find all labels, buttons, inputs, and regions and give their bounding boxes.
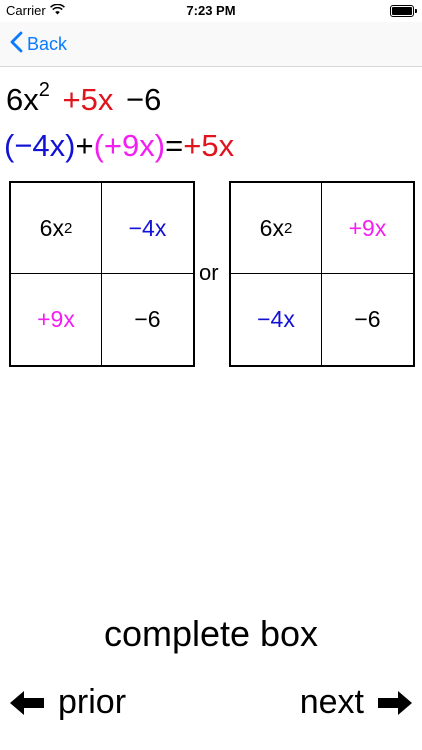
box-cell: +9x [322,183,413,274]
term-constant: −6 [125,82,162,117]
box-cell: 6x 2 [231,183,322,274]
factor-box-left: 6x 2 −4x +9x −6 [9,181,195,367]
prior-label: prior [58,683,127,721]
battery-icon [390,5,417,17]
box-cell: −6 [322,274,413,365]
sum-plus: + [75,128,94,163]
sum-equals: = [165,128,184,163]
cell-exponent: 2 [283,219,293,237]
term-5x: +5x [62,82,114,117]
arrow-left-icon [10,690,44,715]
box-cell: 6x 2 [11,183,102,274]
box-cell: −6 [102,274,193,365]
cell-text: 6x [259,214,284,241]
cell-text: −4x [128,214,167,241]
sum-result: +5x [183,128,235,163]
complete-box-button[interactable]: complete box [0,613,422,655]
cell-text: +9x [348,214,387,241]
status-bar: Carrier 7:23 PM [0,0,422,22]
back-button[interactable]: Back [10,31,67,58]
app-screen: Carrier 7:23 PM Back 6x2 +5x −6 (−4x)+(+… [0,0,422,750]
term-6x: 6x [6,82,39,117]
trinomial-expression: 6x2 +5x −6 [6,80,161,115]
box-cell: −4x [102,183,193,274]
box-cell: +9x [11,274,102,365]
next-label: next [299,683,364,721]
next-button[interactable]: next [300,683,412,722]
cell-text: −6 [354,306,381,332]
term-exponent: 2 [38,79,50,101]
cell-text: −6 [134,306,161,332]
cell-exponent: 2 [63,219,73,237]
back-label: Back [27,34,68,54]
arrow-right-icon [378,690,412,715]
sum-right-term: (+9x) [93,128,166,163]
chevron-left-icon [10,31,23,58]
cell-text: +9x [37,306,75,332]
cell-text: −4x [257,306,295,332]
status-time: 7:23 PM [186,3,236,18]
factor-box-right: 6x 2 +9x −4x −6 [229,181,415,367]
cell-text: 6x [39,214,64,241]
box-cell: −4x [231,274,322,365]
sum-left-term: (−4x) [4,128,76,163]
navigation-bar: Back [0,22,422,67]
prior-button[interactable]: prior [10,683,126,722]
sum-equation: (−4x)+(+9x)=+5x [4,130,234,161]
or-separator: or [199,260,219,285]
